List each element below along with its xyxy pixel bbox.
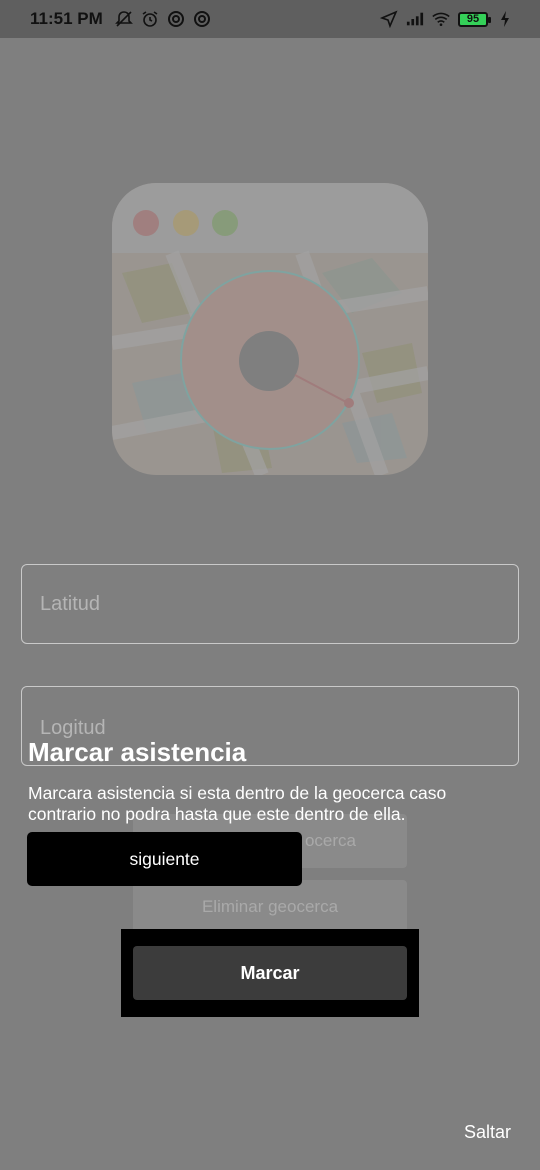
signal-icon [406, 10, 424, 28]
charging-icon [496, 10, 514, 28]
wifi-icon [432, 10, 450, 28]
delete-geofence-label: Eliminar geocerca [201, 897, 339, 916]
mark-attendance-button[interactable]: Marcar [133, 946, 407, 1000]
alarm-icon [141, 10, 159, 28]
status-bar-right: 95 [380, 10, 514, 28]
status-time: 11:51 PM [30, 9, 103, 28]
tutorial-description: Marcara asistencia si esta dentro de la … [28, 783, 447, 824]
latitude-field[interactable] [21, 564, 519, 644]
skip-button[interactable]: Saltar [464, 1122, 511, 1143]
do-not-disturb-icon [193, 10, 211, 28]
mark-attendance-label: Marcar [240, 962, 300, 983]
create-geofence-label: ocerca [304, 831, 356, 850]
tutorial-title: Marcar asistencia [28, 737, 247, 767]
next-button-label: siguiente [129, 848, 200, 869]
status-bar-left: 11:51 PM [30, 9, 211, 29]
status-bar: 11:51 PM 95 [0, 0, 540, 38]
next-button[interactable]: siguiente [27, 832, 302, 886]
delete-geofence-button[interactable]: Eliminar geocerca [133, 880, 407, 934]
bell-off-icon [114, 10, 133, 28]
do-not-disturb-icon [167, 10, 185, 28]
latitude-input[interactable] [38, 591, 518, 617]
battery-icon: 95 [458, 11, 491, 27]
geofence-illustration [112, 183, 428, 475]
location-arrow-icon [380, 10, 398, 28]
